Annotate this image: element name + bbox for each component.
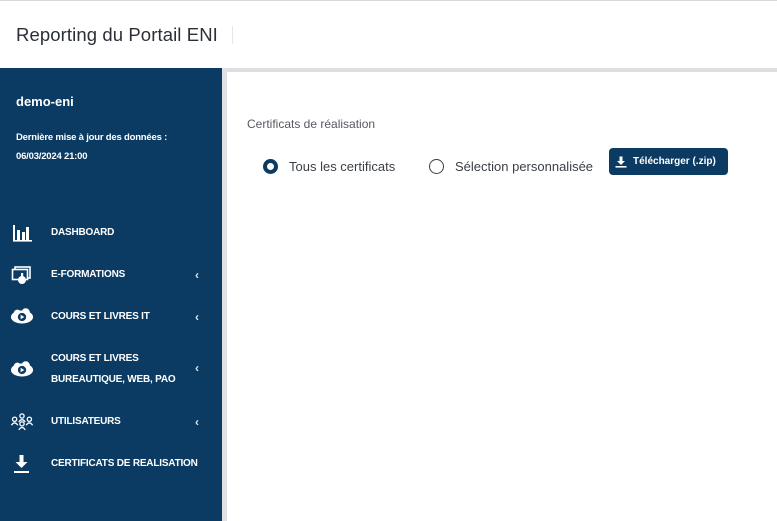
users-group-icon [10, 411, 34, 433]
sidebar-item-label: CERTIFICATS DE REALISATION [51, 458, 198, 469]
sidebar-item-label-line1: COURS ET LIVRES [51, 353, 139, 364]
sidebar-item-label-line2: BUREAUTIQUE, WEB, PAO [51, 374, 176, 385]
download-icon [10, 453, 34, 475]
radio-button-checked[interactable] [263, 159, 278, 174]
radio-label: Sélection personnalisée [455, 159, 594, 174]
main-content: Certificats de réalisation Tous les cert… [227, 72, 777, 521]
sidebar-item-utilisateurs[interactable]: UTILISATEURS ‹ [0, 411, 222, 433]
download-zip-button[interactable]: Télécharger (.zip) [609, 148, 728, 175]
radio-custom-selection[interactable]: Sélection personnalisée [429, 159, 593, 174]
download-icon [615, 156, 627, 168]
chevron-left-icon: ‹ [195, 415, 199, 429]
sidebar-item-label: UTILISATEURS [51, 416, 121, 427]
screen-touch-icon [10, 264, 34, 286]
sidebar-item-e-formations[interactable]: E-FORMATIONS ‹ [0, 264, 222, 286]
radio-label: Tous les certificats [289, 159, 396, 174]
chevron-left-icon: ‹ [195, 361, 199, 375]
last-update: Dernière mise à jour des données : 06/03… [16, 128, 167, 166]
chevron-left-icon: ‹ [195, 310, 199, 324]
sidebar-item-certificats[interactable]: CERTIFICATS DE REALISATION [0, 453, 222, 475]
sidebar-item-dashboard[interactable]: DASHBOARD [0, 222, 222, 244]
app-title: Reporting du Portail ENI [16, 23, 218, 45]
sidebar-item-cours-livres-it[interactable]: COURS ET LIVRES IT ‹ [0, 306, 222, 328]
chevron-left-icon: ‹ [195, 268, 199, 282]
bar-chart-icon [10, 222, 34, 244]
cloud-play-icon [10, 359, 34, 381]
last-update-datetime: 06/03/2024 21:00 [16, 151, 88, 162]
sidebar-item-cours-livres-bureautique[interactable]: COURS ET LIVRES BUREAUTIQUE, WEB, PAO ‹ [0, 348, 222, 392]
sidebar-item-label: COURS ET LIVRES IT [51, 311, 150, 322]
app-header: Reporting du Portail ENI [0, 1, 777, 68]
username: demo-eni [16, 94, 74, 109]
cloud-play-icon [10, 306, 34, 328]
sidebar: demo-eni Dernière mise à jour des donnée… [0, 68, 222, 521]
section-title: Certificats de réalisation [247, 117, 376, 131]
sidebar-item-label: DASHBOARD [51, 227, 115, 238]
last-update-label: Dernière mise à jour des données : [16, 132, 168, 143]
radio-all-certificates[interactable]: Tous les certificats [263, 159, 395, 174]
download-button-label: Télécharger (.zip) [633, 156, 716, 167]
radio-button-unchecked[interactable] [429, 159, 444, 174]
sidebar-item-label: E-FORMATIONS [51, 269, 126, 280]
header-divider [231, 25, 233, 44]
